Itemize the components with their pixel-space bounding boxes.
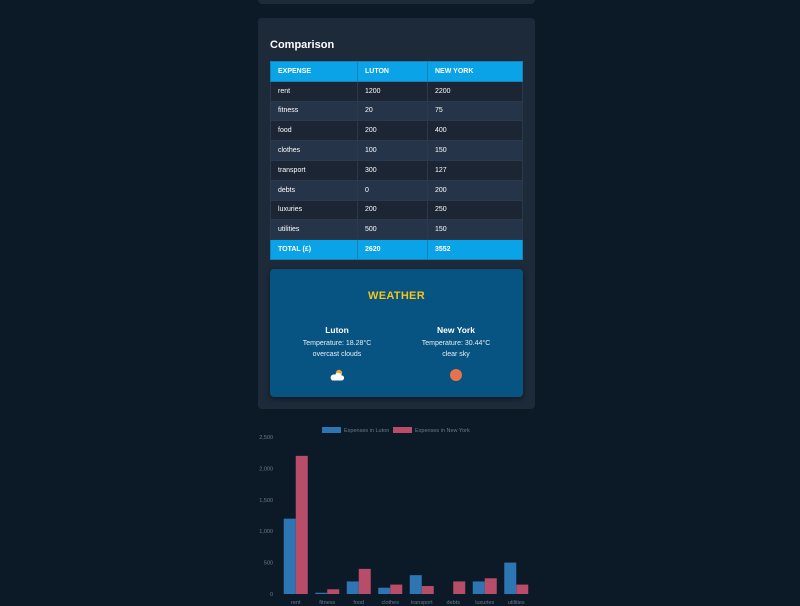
bar — [378, 587, 391, 594]
y-tick-label: 2,000 — [259, 466, 273, 472]
y-tick-label: 1,000 — [259, 529, 273, 535]
total-new-york: 3552 — [427, 239, 523, 260]
weather-city-luton: Luton Temperature: 18.28°C overcast clou… — [282, 325, 392, 360]
table-row: debts 0 200 — [270, 179, 523, 201]
header-luton: LUTON — [357, 61, 428, 82]
row-luton: 1200 — [357, 80, 428, 102]
y-tick-label: 500 — [264, 561, 273, 567]
y-tick-label: 1,500 — [259, 498, 273, 504]
city-name: Luton — [325, 325, 349, 335]
comparison-title: Comparison — [270, 39, 335, 51]
bar — [472, 581, 485, 594]
x-tick-label: debts — [447, 600, 461, 606]
table-total-row: TOTAL (£) 2620 3552 — [270, 239, 523, 260]
row-new-york: 75 — [427, 100, 523, 122]
x-tick-label: rent — [291, 600, 301, 606]
row-expense: food — [270, 120, 358, 142]
bar — [390, 584, 403, 594]
bar — [421, 586, 434, 594]
bar — [484, 578, 497, 594]
city-description: clear sky — [442, 351, 470, 358]
bar — [453, 581, 466, 594]
bar — [516, 584, 529, 594]
row-luton: 0 — [357, 179, 428, 201]
table-header-row: EXPENSE LUTON NEW YORK — [270, 61, 523, 82]
x-axis: rent fitness food clothes transport debts luxu… — [291, 600, 525, 606]
chart-legend: Expenses in Luton Expenses in New York — [322, 427, 470, 434]
y-axis: 0 500 1,000 1,500 2,000 2,500 — [259, 435, 273, 598]
legend-label: Expenses in Luton — [344, 428, 389, 434]
table-row: food 200 400 — [270, 120, 523, 142]
bars — [283, 455, 529, 594]
legend-label: Expenses in New York — [415, 428, 470, 434]
row-expense: clothes — [270, 140, 358, 161]
row-luton: 100 — [357, 140, 428, 161]
x-tick-label: fitness — [319, 600, 335, 606]
total-label: TOTAL (£) — [270, 239, 358, 260]
table-row: utilities 500 150 — [270, 219, 523, 241]
total-luton: 2620 — [357, 239, 428, 260]
row-expense: transport — [270, 159, 358, 181]
row-expense: luxuries — [270, 199, 358, 221]
cloud-sun-icon — [330, 369, 345, 381]
bar — [327, 589, 340, 594]
row-new-york: 127 — [427, 159, 523, 181]
table-row: rent 1200 2200 — [270, 80, 523, 102]
row-new-york: 400 — [427, 120, 523, 142]
city-temperature: Temperature: 18.28°C — [302, 340, 372, 347]
row-new-york: 250 — [427, 199, 523, 221]
y-tick-label: 2,500 — [259, 435, 273, 441]
table-row: luxuries 200 250 — [270, 199, 523, 221]
header-expense: EXPENSE — [270, 61, 358, 82]
row-new-york: 150 — [427, 140, 523, 161]
row-new-york: 150 — [427, 219, 523, 241]
x-tick-label: food — [353, 600, 364, 606]
row-expense: rent — [270, 80, 358, 102]
row-new-york: 200 — [427, 179, 523, 201]
row-luton: 20 — [357, 100, 428, 122]
x-tick-label: transport — [411, 600, 433, 606]
row-expense: fitness — [270, 100, 358, 122]
expenses-bar-chart: Expenses in Luton Expenses in New York 0 5… — [259, 427, 529, 606]
bar — [315, 592, 328, 594]
city-temperature: Temperature: 30.44°C — [421, 340, 491, 347]
bar — [358, 568, 371, 594]
bar — [409, 575, 422, 594]
legend-swatch — [393, 427, 412, 433]
table-row: clothes 100 150 — [270, 140, 523, 161]
row-luton: 500 — [357, 219, 428, 241]
x-tick-label: utilities — [508, 600, 525, 606]
row-expense: debts — [270, 179, 358, 201]
bar — [346, 581, 359, 594]
x-tick-label: clothes — [382, 600, 400, 606]
header-new-york: NEW YORK — [427, 61, 523, 82]
weather-title: WEATHER — [368, 290, 425, 302]
row-luton: 300 — [357, 159, 428, 181]
weather-panel: WEATHER Luton Temperature: 18.28°C overc… — [270, 269, 523, 397]
weather-city-new-york: New York Temperature: 30.44°C clear sky — [401, 325, 511, 360]
sun-icon — [450, 369, 462, 381]
row-luton: 200 — [357, 199, 428, 221]
city-name: New York — [437, 325, 475, 335]
expense-table: EXPENSE LUTON NEW YORK rent 1200 2200 fi… — [270, 61, 523, 260]
previous-card — [258, 0, 535, 4]
table-row: fitness 20 75 — [270, 100, 523, 122]
table-row: transport 300 127 — [270, 159, 523, 181]
city-description: overcast clouds — [312, 351, 362, 358]
y-tick-label: 0 — [270, 592, 273, 598]
row-new-york: 2200 — [427, 80, 523, 102]
comparison-card: Comparison EXPENSE LUTON NEW YORK rent 1… — [258, 18, 535, 409]
legend-swatch — [322, 427, 341, 433]
row-luton: 200 — [357, 120, 428, 142]
x-tick-label: luxuries — [475, 600, 494, 606]
bar — [504, 562, 517, 594]
bar — [295, 455, 308, 594]
bar — [283, 518, 296, 594]
row-expense: utilities — [270, 219, 358, 241]
